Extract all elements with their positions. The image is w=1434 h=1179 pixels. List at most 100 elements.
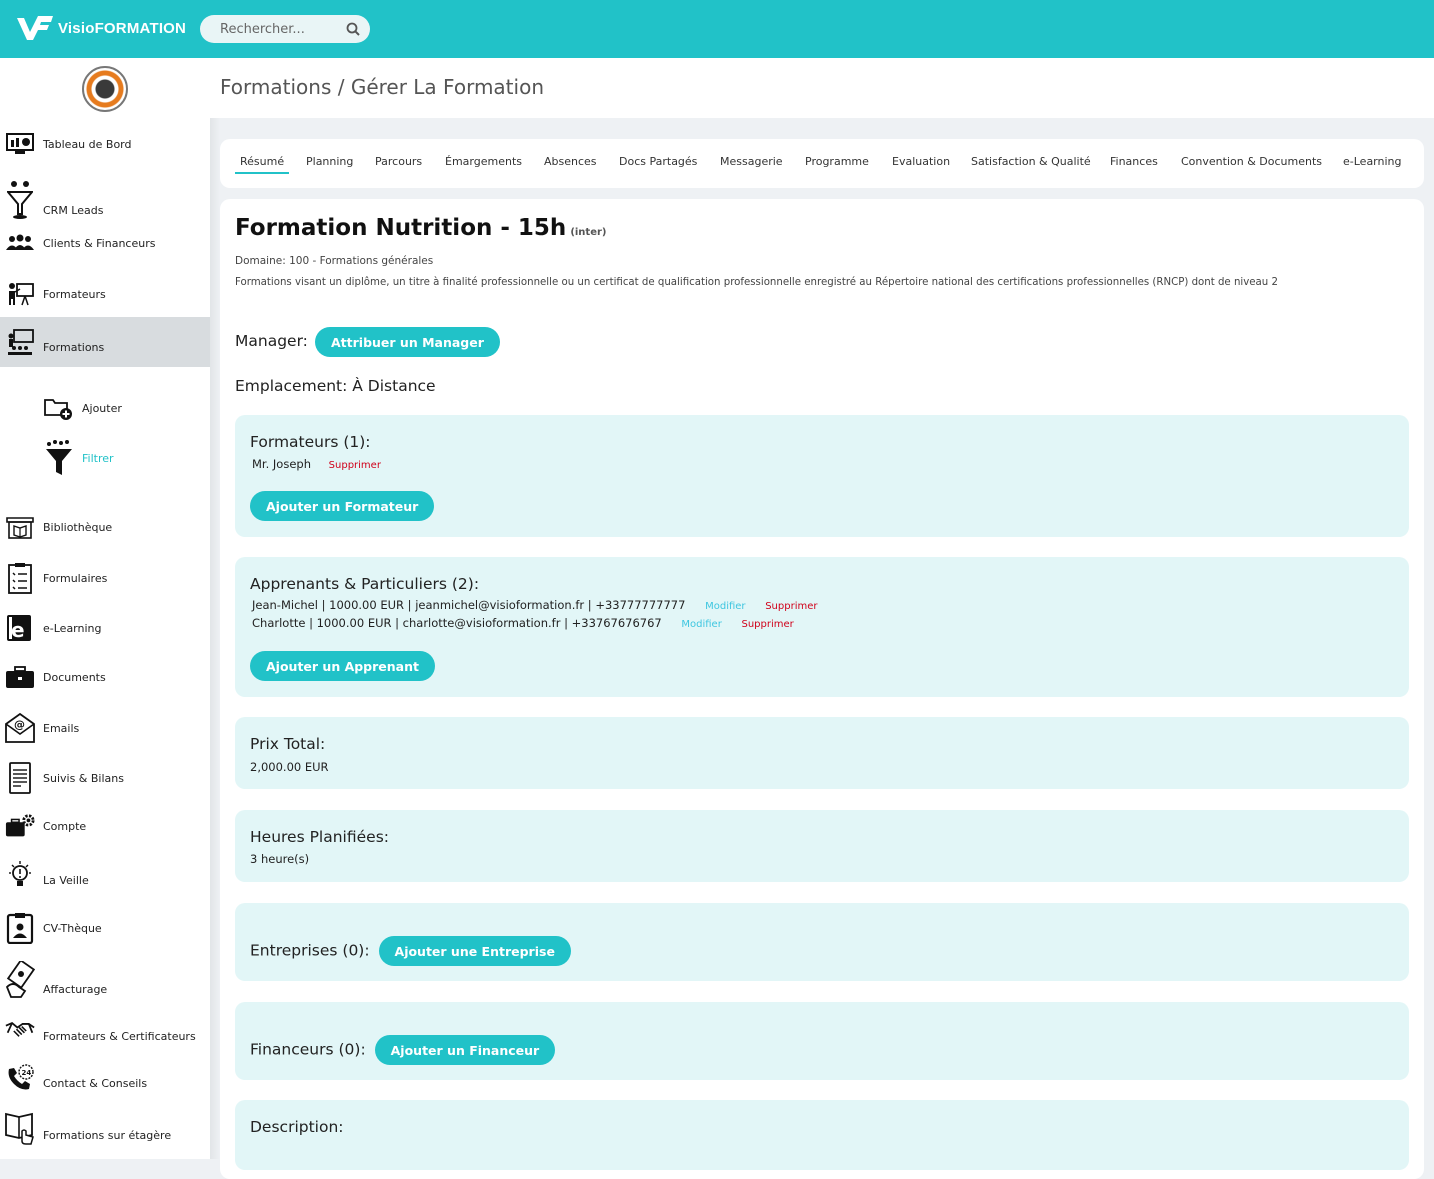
sidebar-item-formulaires[interactable]: Formulaires: [0, 558, 210, 598]
filter-funnel-icon: [44, 438, 74, 478]
prix-value: 2,000.00 EUR: [250, 760, 329, 774]
formation-title: Formation Nutrition - 15h (inter): [235, 215, 607, 241]
sidebar-item-contact-conseils[interactable]: 24 Contact & Conseils: [0, 1058, 210, 1098]
sidebar-item-label: Emails: [43, 721, 80, 735]
email-icon: @: [5, 711, 35, 745]
sidebar-item-label: Clients & Financeurs: [43, 236, 156, 250]
formation-title-text: Formation Nutrition - 15h: [235, 215, 567, 241]
entreprises-card: Entreprises (0): Ajouter une Entreprise: [235, 903, 1409, 981]
tab-absences[interactable]: Absences: [544, 155, 597, 172]
lightbulb-icon: [5, 861, 35, 891]
elearning-icon: e: [5, 613, 35, 643]
tab-planning[interactable]: Planning: [306, 155, 353, 172]
brand-name: VisioFORMATION: [58, 19, 187, 37]
tab-elearning[interactable]: e-Learning: [1343, 155, 1402, 172]
edit-apprenant-link[interactable]: Modifier: [681, 619, 721, 630]
sidebar-item-cv-theque[interactable]: CV-Thèque: [0, 908, 210, 948]
sidebar-item-formateurs-certificateurs[interactable]: Formateurs & Certificateurs: [0, 1013, 210, 1049]
location-label: Emplacement: À Distance: [235, 377, 436, 395]
sidebar-item-label: Formateurs & Certificateurs: [43, 1029, 196, 1043]
delete-formateur-link[interactable]: Supprimer: [329, 460, 381, 471]
sidebar-item-bibliotheque[interactable]: Bibliothèque: [0, 511, 210, 543]
list-item: Jean-Michel | 1000.00 EUR | jeanmichel@v…: [252, 598, 817, 612]
vf-logo-icon: [17, 16, 53, 40]
formateurs-card: Formateurs (1): Mr. Joseph Supprimer Ajo…: [235, 415, 1409, 537]
avatar[interactable]: [82, 66, 128, 112]
sidebar-item-formations[interactable]: Formations: [0, 317, 210, 367]
apprenant-details: Charlotte | 1000.00 EUR | charlotte@visi…: [252, 616, 662, 630]
add-formateur-button[interactable]: Ajouter un Formateur: [250, 491, 435, 521]
sidebar-item-label: Formulaires: [43, 571, 108, 585]
sidebar-item-compte[interactable]: Compte: [0, 810, 210, 842]
add-apprenant-button[interactable]: Ajouter un Apprenant: [250, 651, 435, 681]
classroom-icon: [5, 327, 35, 357]
add-entreprise-button[interactable]: Ajouter une Entreprise: [378, 936, 571, 966]
tab-programme[interactable]: Programme: [805, 155, 869, 172]
edit-apprenant-link[interactable]: Modifier: [705, 601, 745, 612]
heures-value: 3 heure(s): [250, 852, 310, 866]
svg-text:e: e: [11, 618, 25, 642]
search-box[interactable]: [200, 15, 370, 43]
sidebar-item-label: e-Learning: [43, 621, 102, 635]
sidebar: Tableau de Bord CRM Leads Clients & Fina…: [0, 58, 210, 1159]
delete-apprenant-link[interactable]: Supprimer: [765, 601, 817, 612]
tab-satisfaction-qualite[interactable]: Satisfaction & Qualité: [971, 155, 1091, 172]
tab-convention-documents[interactable]: Convention & Documents: [1181, 155, 1322, 172]
entreprises-title: Entreprises (0): Ajouter une Entreprise: [250, 936, 571, 966]
prix-title: Prix Total:: [250, 735, 326, 753]
sidebar-item-emails[interactable]: @ Emails: [0, 708, 210, 748]
sidebar-item-label: Formations sur étagère: [43, 1128, 172, 1142]
manager-label: Manager:: [235, 332, 308, 350]
financeurs-title: Financeurs (0): Ajouter un Financeur: [250, 1035, 556, 1065]
svg-text:@: @: [14, 718, 25, 731]
folder-add-icon: [44, 393, 74, 423]
sidebar-item-label: Bibliothèque: [43, 520, 113, 534]
sidebar-item-clients-financeurs[interactable]: Clients & Financeurs: [0, 228, 210, 258]
sidebar-item-label: Tableau de Bord: [43, 137, 132, 151]
book-hand-icon: [5, 1111, 35, 1145]
add-financeur-button[interactable]: Ajouter un Financeur: [374, 1035, 556, 1065]
top-bar: VisioFORMATION: [0, 0, 1434, 58]
tab-finances[interactable]: Finances: [1110, 155, 1158, 172]
sidebar-item-documents[interactable]: Documents: [0, 661, 210, 693]
assign-manager-button[interactable]: Attribuer un Manager: [315, 327, 500, 357]
sidebar-item-formations-sur-etagere[interactable]: Formations sur étagère: [0, 1108, 210, 1148]
sidebar-item-la-veille[interactable]: La Veille: [0, 858, 210, 894]
search-icon[interactable]: [346, 22, 360, 36]
svg-text:24: 24: [22, 1069, 32, 1077]
list-item: Mr. Joseph Supprimer: [252, 457, 381, 471]
heures-card: Heures Planifiées: 3 heure(s): [235, 810, 1409, 882]
tab-messagerie[interactable]: Messagerie: [720, 155, 783, 172]
apprenant-details: Jean-Michel | 1000.00 EUR | jeanmichel@v…: [252, 598, 686, 612]
delete-apprenant-link[interactable]: Supprimer: [741, 619, 793, 630]
sidebar-item-label: Suivis & Bilans: [43, 771, 124, 785]
tab-bar: Résumé Planning Parcours Émargements Abs…: [220, 139, 1424, 188]
sidebar-item-tableau-de-bord[interactable]: Tableau de Bord: [0, 128, 210, 160]
sidebar-item-affacturage[interactable]: Affacturage: [0, 958, 210, 1002]
money-hand-icon: [5, 960, 35, 1000]
breadcrumb: Formations / Gérer La Formation: [220, 75, 544, 99]
tab-docs-partages[interactable]: Docs Partagés: [619, 155, 697, 172]
tab-parcours[interactable]: Parcours: [375, 155, 422, 172]
sidebar-item-crm-leads[interactable]: CRM Leads: [0, 173, 210, 227]
search-input[interactable]: [200, 15, 340, 43]
tab-emargements[interactable]: Émargements: [445, 155, 522, 172]
sidebar-item-suivis-bilans[interactable]: Suivis & Bilans: [0, 758, 210, 798]
formation-domain: Domaine: 100 - Formations générales: [235, 255, 434, 267]
sidebar-item-label: Compte: [43, 819, 87, 833]
sidebar-item-filtrer[interactable]: Filtrer: [0, 438, 210, 478]
sidebar-item-label: Documents: [43, 670, 106, 684]
teacher-board-icon: [5, 279, 35, 309]
page-header: Formations / Gérer La Formation: [210, 58, 1434, 118]
tab-resume[interactable]: Résumé: [235, 155, 290, 174]
apprenants-card: Apprenants & Particuliers (2): Jean-Mich…: [235, 557, 1409, 697]
brand-logo[interactable]: VisioFORMATION: [16, 14, 186, 42]
sidebar-item-ajouter[interactable]: Ajouter: [0, 392, 210, 424]
phone-24-icon: 24: [5, 1061, 35, 1095]
sidebar-item-label: La Veille: [43, 873, 89, 887]
sidebar-item-elearning[interactable]: e e-Learning: [0, 610, 210, 646]
description-card: Description:: [235, 1100, 1409, 1170]
sidebar-item-formateurs[interactable]: Formateurs: [0, 278, 210, 310]
sidebar-shadow: [210, 58, 220, 1159]
tab-evaluation[interactable]: Evaluation: [892, 155, 950, 172]
